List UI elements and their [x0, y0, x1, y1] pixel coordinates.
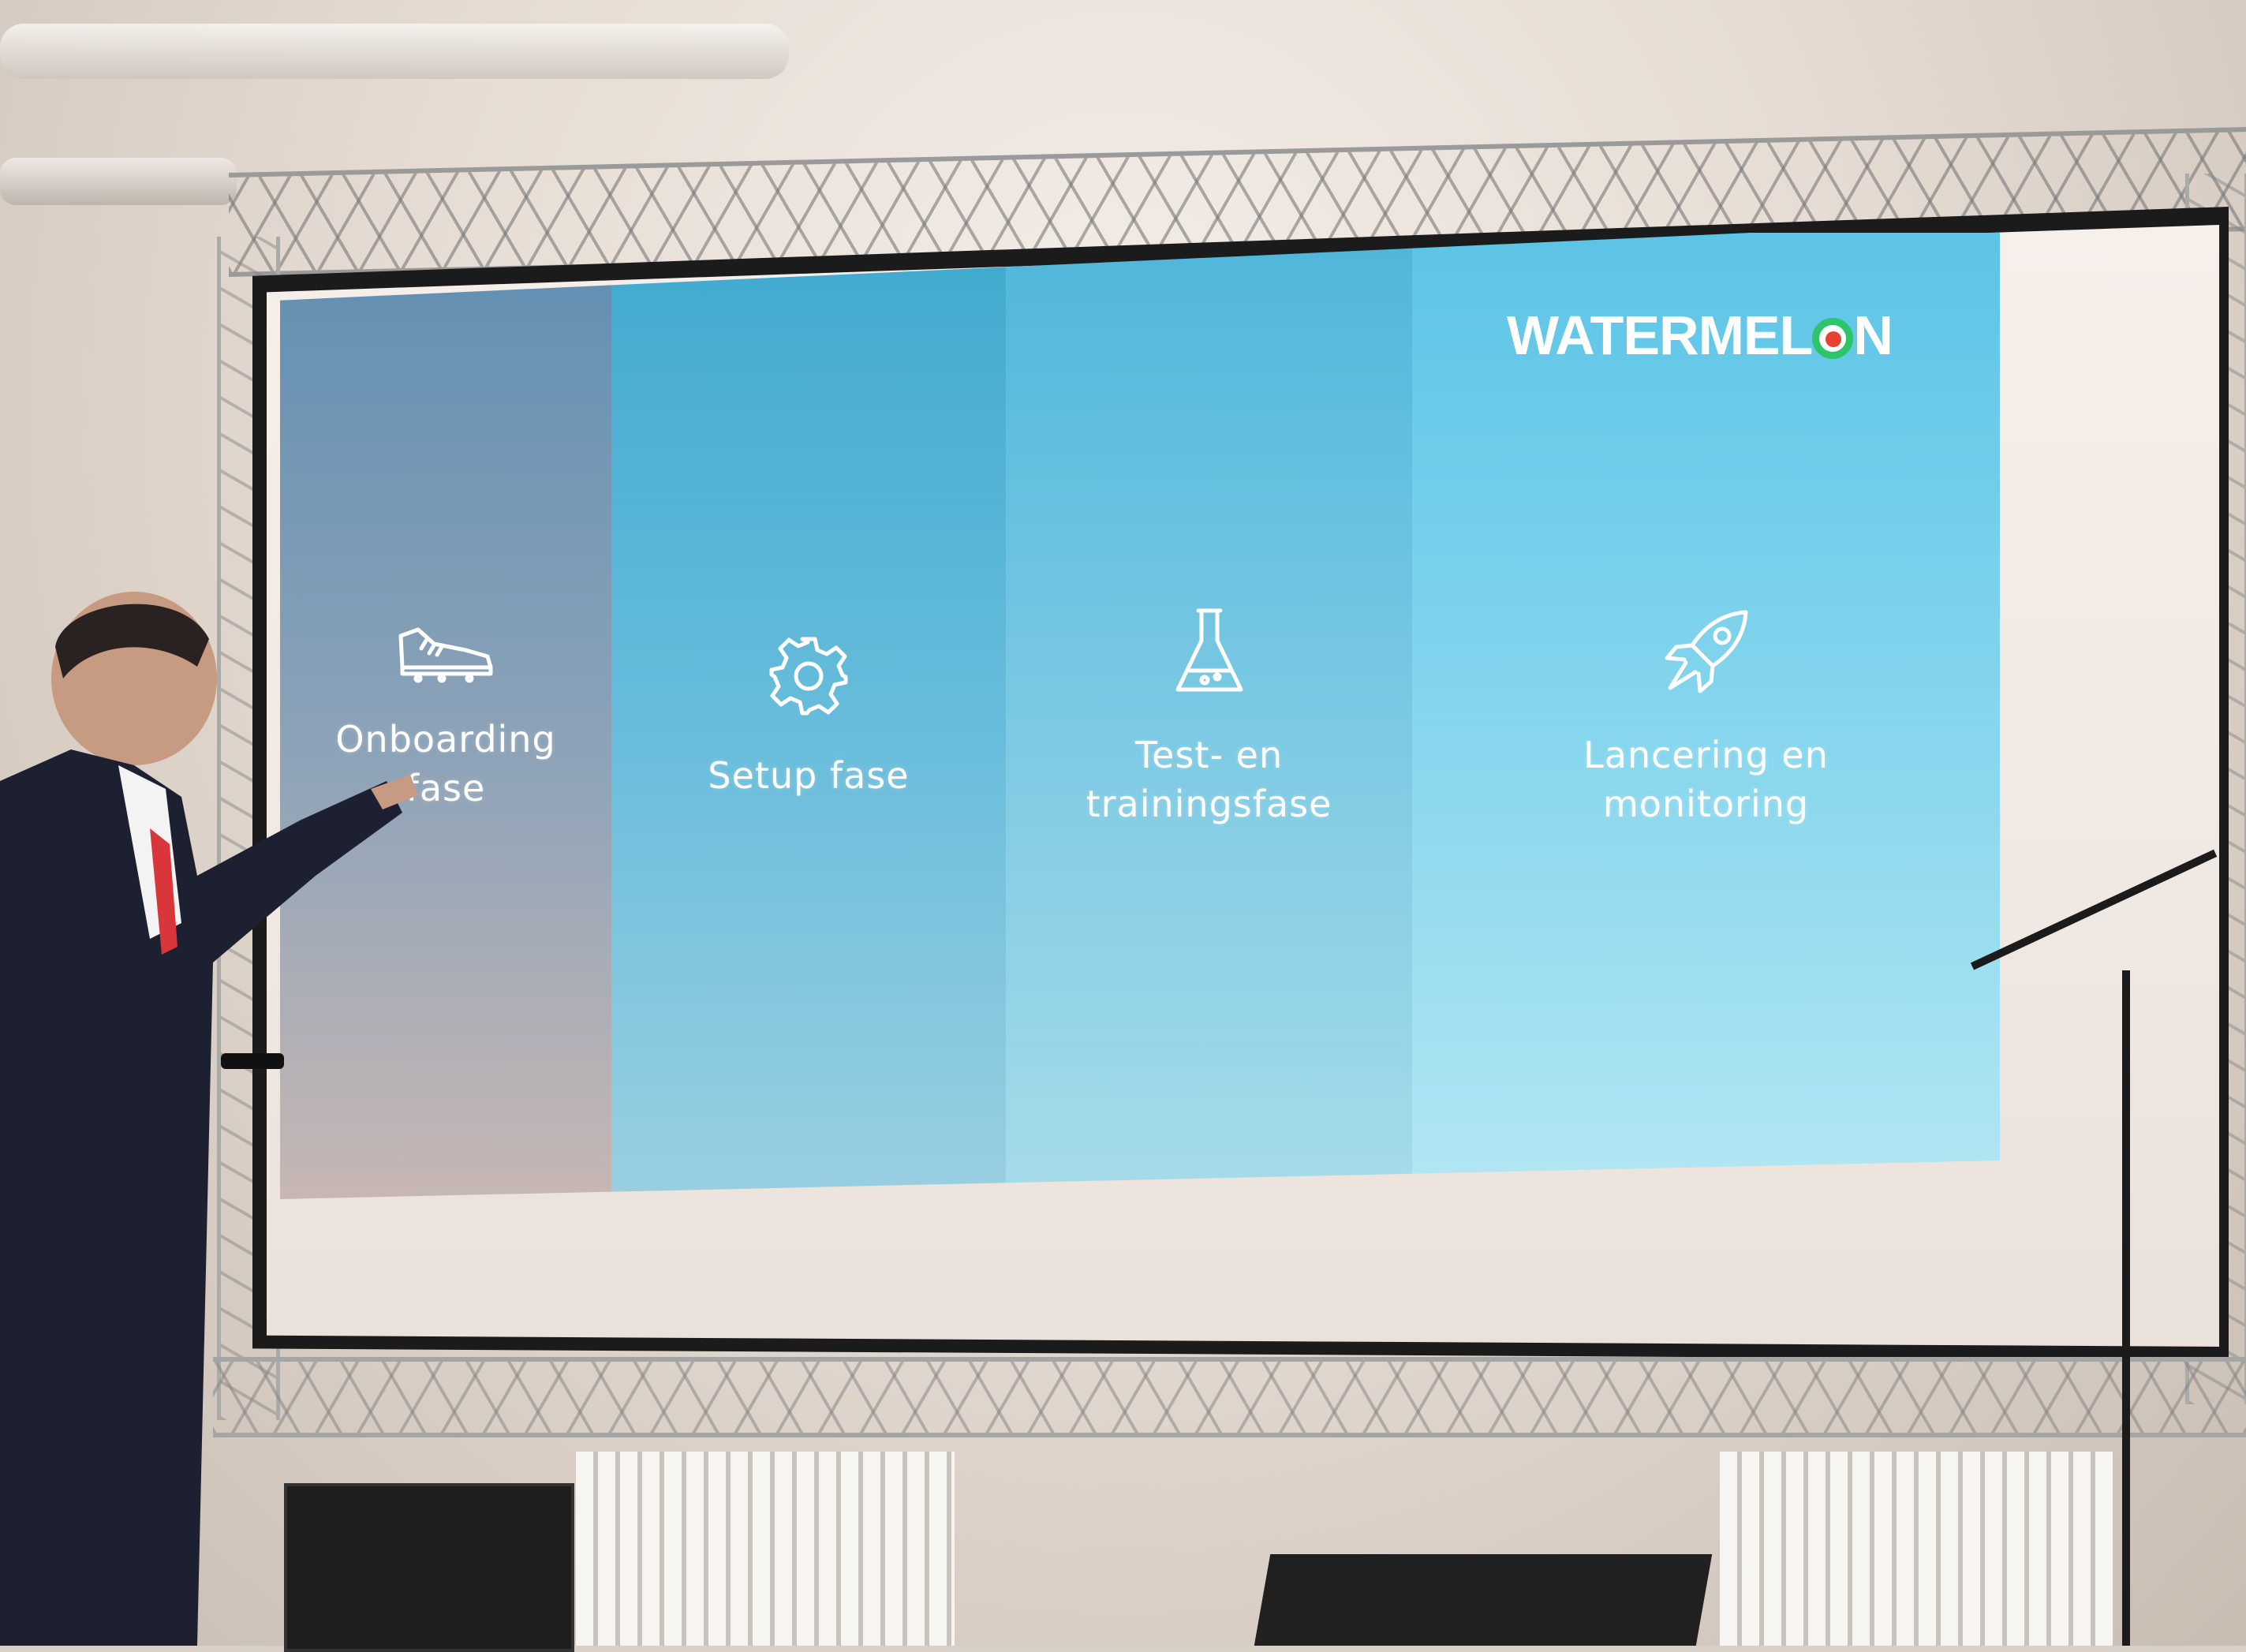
rocket-icon — [1659, 604, 1754, 699]
phase-label-line1: Lancering en — [1583, 733, 1829, 776]
phase-label-line2: trainingsfase — [1086, 782, 1332, 825]
phase-label-line1: Setup fase — [708, 753, 910, 797]
microphone-stand — [2122, 970, 2130, 1646]
phase-label-launch: Lancering en monitoring — [1583, 731, 1829, 828]
phase-label-test: Test- en trainingsfase — [1086, 731, 1332, 828]
gear-icon — [765, 633, 852, 719]
phase-column-setup: Setup fase — [611, 233, 1006, 1199]
radiator-left — [576, 1452, 955, 1646]
presentation-slide: Onboarding fase Setup fase Test- en trai… — [280, 233, 2000, 1199]
logo-text-tail: N — [1853, 305, 1893, 366]
ceiling-pipe — [0, 24, 789, 79]
radiator-right — [1720, 1452, 2114, 1646]
phase-label-line1: Test- en — [1134, 733, 1284, 776]
flask-icon — [1170, 604, 1249, 699]
phase-column-test: Test- en trainingsfase — [1006, 233, 1412, 1199]
logo-watermelon-icon — [1812, 318, 1854, 359]
phase-column-launch: WATERMEL N Lancering en monitoring — [1412, 233, 2000, 1199]
watermelon-logo: WATERMEL N — [1507, 304, 1893, 367]
phase-label-setup: Setup fase — [708, 751, 909, 800]
phase-label-line2: monitoring — [1602, 782, 1810, 825]
truss-bottom — [213, 1357, 2246, 1437]
presenter — [0, 592, 418, 1646]
wall-pipe — [0, 158, 237, 205]
stage-monitor — [1254, 1554, 1713, 1646]
presenter-silhouette — [0, 592, 418, 1646]
logo-text: WATERMEL — [1507, 305, 1813, 366]
